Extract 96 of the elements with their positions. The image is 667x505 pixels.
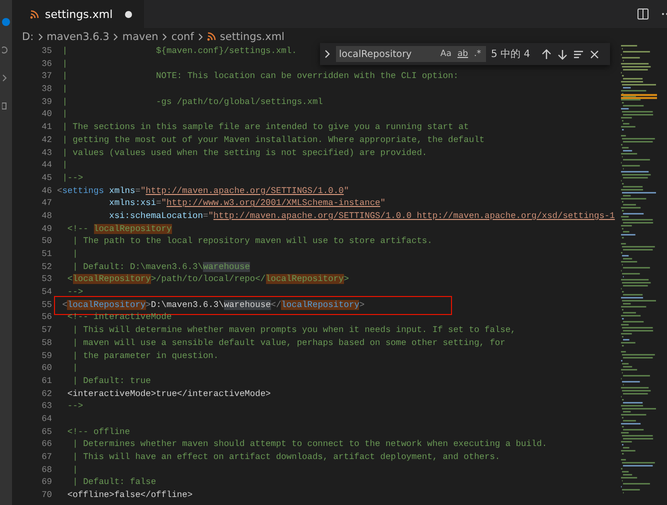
close-icon[interactable] [589,48,600,60]
line-number: 38 [40,83,52,96]
code-line: | getting the most out of your Maven installation. Where appropriate, the default [61,134,484,146]
code-line: <!-- localRepository [66,222,172,236]
line-number: 48 [40,210,52,223]
code-line: <interactiveMode>true</interactiveMode> [66,388,271,400]
line-number: 43 [40,146,52,160]
line-number: 44 [40,159,52,172]
lines-icon[interactable] [573,48,584,60]
chevron-right-icon [113,32,118,40]
search-option-toggle[interactable]: Aa [438,48,454,60]
line-number: 42 [40,134,52,146]
code-line: | The path to the local repository maven will use to store artifacts. [72,235,432,248]
line-number: 47 [40,197,52,210]
line-number: 56 [40,311,52,324]
line-number: 51 [40,248,52,261]
arrow-up-icon[interactable] [541,48,552,60]
line-number: 54 [40,286,52,299]
breadcrumb-item[interactable]: D: [22,30,34,42]
line-number: 67 [40,451,52,464]
chevron-right-icon[interactable] [324,49,331,59]
chevron-right-icon [162,32,168,40]
line-number: 39 [40,96,52,108]
code-line: | [61,108,68,122]
line-number: 70 [40,489,52,502]
code-line: <settings xmlns="http://maven.apache.org/SETTINGS/1.0.0" [57,184,349,198]
split-editor-icon[interactable] [637,8,649,20]
code-line: | This will have an effect on artifact downloads, artifact deployment, and others. [72,451,500,464]
code-line: | ${maven.conf}/settings.xml. [61,45,297,58]
line-number: 52 [40,260,52,274]
breadcrumb-item[interactable]: settings.xml [220,30,284,42]
breadcrumb-item[interactable]: maven3.6.3 [46,30,110,42]
search-option-toggle[interactable]: ab [455,48,470,60]
line-number: 46 [40,184,52,198]
chevron-right-icon [198,32,203,40]
code-line: | [72,248,78,261]
file-tab[interactable]: settings.xml [12,0,144,28]
line-number: 45 [40,172,52,185]
chevron-right-icon [38,32,43,40]
breadcrumb-item[interactable]: maven [122,30,158,42]
line-number: 40 [40,108,52,122]
code-line: | Default: D:\maven3.6.3\warehouse [72,260,250,274]
search-option-toggle[interactable]: .* [472,48,483,60]
code-line: | [61,83,68,96]
line-number: 60 [40,362,52,375]
unsaved-dot-icon[interactable] [124,10,132,18]
arrow-down-icon[interactable] [557,48,568,60]
code-line: | NOTE: This location can be overridden with the CLI option: [61,70,458,84]
code-line: xsi:schemaLocation="http://maven.apache.org/SETTINGS/1.0.0 http://maven.apache.org/xsd/settings-1 [108,210,615,223]
code-line: <offline>false</offline> [66,489,193,502]
line-number: 37 [40,70,52,84]
code-line: --> [66,400,84,413]
line-number: 61 [40,374,52,388]
code-line: | [72,464,78,476]
line-number: 69 [40,476,52,490]
line-number: 65 [40,426,52,438]
line-number: 36 [40,58,52,70]
code-line: | This will determine whether maven prompts you when it needs input. If set to false, [72,324,516,337]
badge-icon [2,18,10,26]
code-line: --> [66,286,84,299]
code-line: | Determines whether maven should attempt to connect to the network when executing a build. [72,438,548,451]
code-line: | values (values used when the setting is not specified) are provided. [61,146,428,160]
line-number: 49 [40,222,52,236]
line-number: 59 [40,350,52,362]
code-line: | Default: false [72,476,156,490]
search-field[interactable]: localRepository Aa ab .* [336,46,486,62]
match-count: 5 中的 4 [491,48,530,61]
breadcrumb-item[interactable]: conf [171,30,194,42]
code-line: <localRepository>D:\maven3.6.3\warehouse</localRepository> [61,298,365,312]
code-line: <!-- interactiveMode [66,311,172,324]
line-number: 68 [40,464,52,476]
line-number: 53 [40,273,52,286]
line-number: 63 [40,400,52,413]
line-number: 41 [40,121,52,134]
code-line: xmlns:xsi="http://www.w3.org/2001/XMLSchema-instance" [108,197,386,210]
code-line: <!-- offline [66,426,130,438]
line-number: 35 [40,45,52,58]
code-line: | [61,159,68,172]
line-number: 58 [40,336,52,350]
code-line: | The sections in this sample file are intended to give you a running start at [61,121,469,134]
line-number: 50 [40,235,52,248]
rss-icon [206,32,216,41]
line-number: 66 [40,438,52,451]
code-line: <localRepository>/path/to/local/repo</localRepository> [66,273,349,286]
code-line: | maven will use a sensible default value, perhaps based on some other setting, for [72,336,506,350]
code-line: | [72,362,78,375]
line-number: 64 [40,412,52,426]
code-line: |--> [61,172,84,185]
rss-icon [30,10,39,18]
line-number: 57 [40,324,52,337]
code-line: | Default: true [72,374,151,388]
line-number: 62 [40,388,52,400]
code-line: | [61,58,68,70]
line-number: 55 [40,298,52,312]
code-line: | -gs /path/to/global/settings.xml [61,96,323,108]
code-line: | the parameter in question. [72,350,219,362]
